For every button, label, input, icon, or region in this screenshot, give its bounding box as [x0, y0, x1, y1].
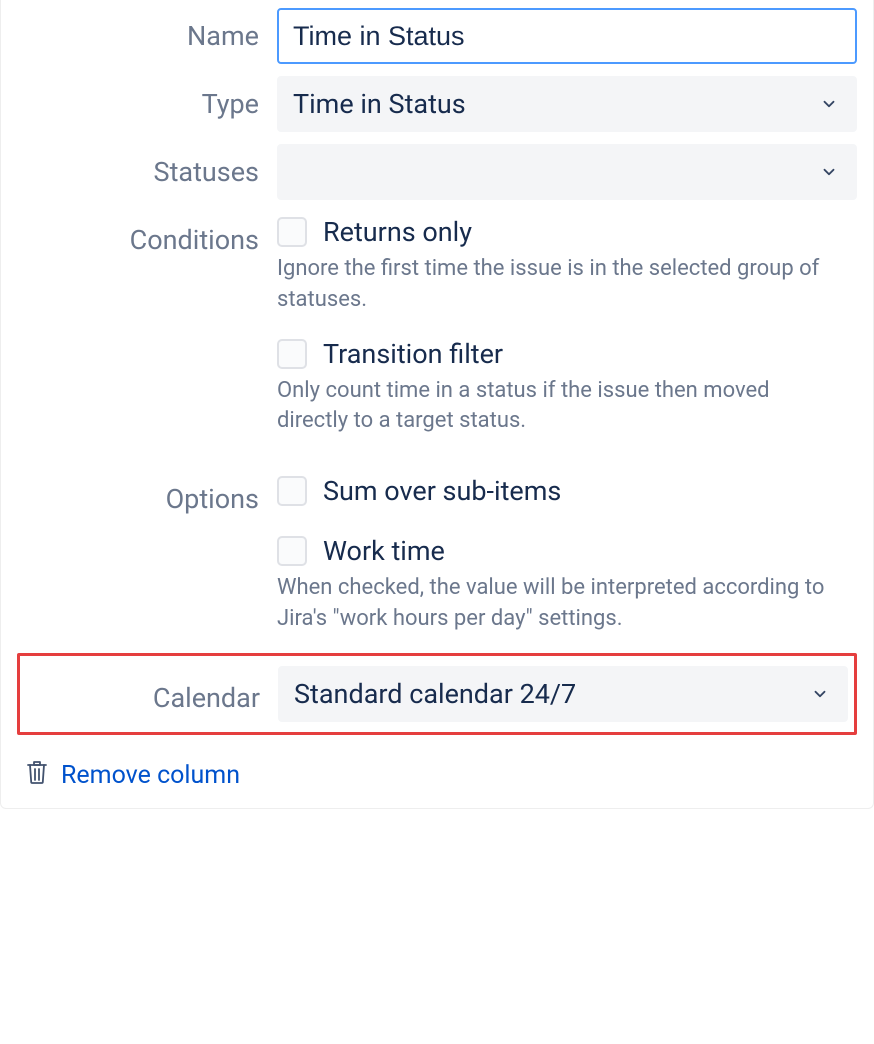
chevron-down-icon: [808, 682, 832, 706]
type-label: Type: [17, 76, 277, 120]
name-row: Name: [17, 8, 857, 64]
statuses-select[interactable]: [277, 144, 857, 200]
remove-column-link[interactable]: Remove column: [25, 759, 240, 792]
sum-sub-items-checkbox[interactable]: [277, 476, 307, 506]
options-row: Options Sum over sub-items Work time Whe…: [17, 471, 857, 645]
calendar-label: Calendar: [20, 674, 278, 714]
name-input[interactable]: [277, 8, 857, 64]
trash-icon: [25, 759, 49, 792]
calendar-select-value: Standard calendar 24/7: [294, 678, 576, 710]
name-label: Name: [17, 8, 277, 52]
returns-only-label: Returns only: [323, 216, 472, 248]
statuses-row: Statuses: [17, 144, 857, 200]
statuses-label: Statuses: [17, 144, 277, 188]
work-time-help: When checked, the value will be interpre…: [277, 573, 837, 635]
calendar-select[interactable]: Standard calendar 24/7: [278, 666, 848, 722]
chevron-down-icon: [817, 160, 841, 184]
transition-filter-checkbox[interactable]: [277, 339, 307, 369]
chevron-down-icon: [817, 92, 841, 116]
returns-only-checkbox[interactable]: [277, 217, 307, 247]
work-time-label: Work time: [323, 535, 445, 567]
conditions-label: Conditions: [17, 212, 277, 256]
type-row: Type Time in Status: [17, 76, 857, 132]
transition-filter-help: Only count time in a status if the issue…: [277, 376, 837, 438]
remove-column-label: Remove column: [61, 761, 240, 790]
sum-sub-items-label: Sum over sub-items: [323, 475, 561, 507]
work-time-checkbox[interactable]: [277, 536, 307, 566]
returns-only-help: Ignore the first time the issue is in th…: [277, 254, 837, 316]
transition-filter-label: Transition filter: [323, 338, 503, 370]
type-select-value: Time in Status: [293, 88, 466, 120]
column-settings-panel: Name Type Time in Status Statuses: [0, 0, 874, 809]
conditions-row: Conditions Returns only Ignore the first…: [17, 212, 857, 459]
type-select[interactable]: Time in Status: [277, 76, 857, 132]
calendar-row-highlight: Calendar Standard calendar 24/7: [17, 653, 857, 735]
options-label: Options: [17, 471, 277, 515]
